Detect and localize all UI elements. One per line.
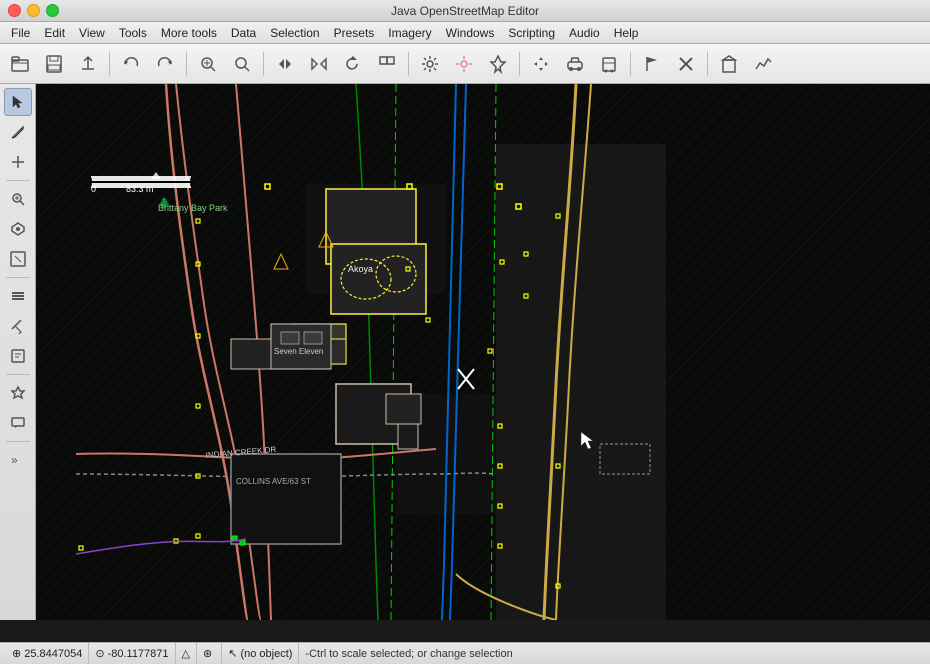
car-button[interactable] — [559, 49, 591, 79]
left-sep-3 — [6, 374, 30, 375]
titlebar: Java OpenStreetMap Editor — [0, 0, 930, 22]
way-tool-button[interactable] — [4, 245, 32, 273]
heading-icon: △ — [182, 647, 190, 660]
menu-windows[interactable]: Windows — [439, 24, 502, 42]
zoom-fit-button[interactable] — [192, 49, 224, 79]
add-node-button[interactable] — [4, 148, 32, 176]
more-tools-button[interactable]: » — [4, 446, 32, 474]
menu-data[interactable]: Data — [224, 24, 263, 42]
main-toolbar — [0, 44, 930, 84]
menu-help[interactable]: Help — [607, 24, 646, 42]
toolbar-sep-5 — [519, 52, 520, 76]
minimize-button[interactable] — [27, 4, 40, 17]
traffic-lights — [8, 4, 59, 17]
toolbar-sep-1 — [109, 52, 110, 76]
toolbar-sep-7 — [707, 52, 708, 76]
toolbar-sep-3 — [263, 52, 264, 76]
svg-text:»: » — [11, 453, 18, 467]
settings-button[interactable] — [414, 49, 446, 79]
menu-edit[interactable]: Edit — [37, 24, 72, 42]
menu-file[interactable]: File — [4, 24, 37, 42]
toolbar-sep-6 — [630, 52, 631, 76]
toolbar-sep-4 — [408, 52, 409, 76]
preset-button[interactable] — [4, 379, 32, 407]
message-button[interactable] — [4, 409, 32, 437]
layers-button[interactable] — [4, 282, 32, 310]
longitude-value: -80.1177871 — [108, 648, 169, 660]
left-sep-2 — [6, 277, 30, 278]
undo-button[interactable] — [115, 49, 147, 79]
menu-tools[interactable]: Tools — [112, 24, 154, 42]
left-sep-4 — [6, 441, 30, 442]
menubar: File Edit View Tools More tools Data Sel… — [0, 22, 930, 44]
map-canvas[interactable]: 🌲 Brittany Bay Park Akoya Seven Eleven I… — [36, 84, 930, 620]
tags-button[interactable] — [4, 342, 32, 370]
menu-more-tools[interactable]: More tools — [154, 24, 224, 42]
open-button[interactable] — [4, 49, 36, 79]
merge-button[interactable] — [371, 49, 403, 79]
menu-scripting[interactable]: Scripting — [501, 24, 562, 42]
svg-text:Akoya: Akoya — [348, 264, 373, 274]
flag-button[interactable] — [636, 49, 668, 79]
lat-section: ⊕ 25.8447054 — [6, 643, 89, 664]
building-button[interactable] — [713, 49, 745, 79]
zoom-select-button[interactable] — [226, 49, 258, 79]
zoom-tool-button[interactable] — [4, 185, 32, 213]
draw-tool-button[interactable] — [4, 118, 32, 146]
combine-button[interactable] — [303, 49, 335, 79]
menu-audio[interactable]: Audio — [562, 24, 607, 42]
gps-icon: ⊛ — [203, 647, 212, 660]
svg-text:83.3 m: 83.3 m — [126, 184, 154, 194]
select-tool-button[interactable] — [4, 88, 32, 116]
pan-button[interactable] — [525, 49, 557, 79]
hint-section: -Ctrl to scale selected; or change selec… — [299, 643, 924, 664]
cross-button[interactable] — [670, 49, 702, 79]
heading-section: △ — [176, 643, 197, 664]
config-button[interactable] — [448, 49, 480, 79]
menu-imagery[interactable]: Imagery — [381, 24, 438, 42]
split-button[interactable] — [269, 49, 301, 79]
menu-presets[interactable]: Presets — [327, 24, 382, 42]
upload-button[interactable] — [72, 49, 104, 79]
node-tool-button[interactable] — [4, 215, 32, 243]
left-sep-1 — [6, 180, 30, 181]
toolbar-sep-2 — [186, 52, 187, 76]
svg-text:0: 0 — [91, 184, 96, 194]
lat-icon: ⊕ — [12, 647, 21, 660]
menu-selection[interactable]: Selection — [263, 24, 326, 42]
lon-icon: ⊙ — [95, 647, 104, 660]
selection-value: (no object) — [240, 648, 292, 660]
left-toolbar: » — [0, 84, 36, 620]
svg-text:Seven Eleven: Seven Eleven — [274, 347, 323, 356]
main-area: » — [0, 84, 930, 642]
ruler-button[interactable] — [4, 312, 32, 340]
pin-button[interactable] — [482, 49, 514, 79]
svg-text:Brittany Bay Park: Brittany Bay Park — [158, 203, 228, 213]
cursor-icon: ↖ — [228, 647, 237, 660]
map-svg: 🌲 Brittany Bay Park Akoya Seven Eleven I… — [36, 84, 930, 620]
lon-section: ⊙ -80.1177871 — [89, 643, 175, 664]
save-button[interactable] — [38, 49, 70, 79]
bus-button[interactable] — [593, 49, 625, 79]
selection-section: ↖ (no object) — [222, 643, 299, 664]
svg-text:COLLINS AVE/63 ST: COLLINS AVE/63 ST — [236, 477, 311, 486]
gps-section: ⊛ — [197, 643, 222, 664]
window-title: Java OpenStreetMap Editor — [391, 4, 539, 18]
redo-button[interactable] — [149, 49, 181, 79]
latitude-value: 25.8447054 — [24, 648, 82, 660]
menu-view[interactable]: View — [72, 24, 112, 42]
close-button[interactable] — [8, 4, 21, 17]
refresh-button[interactable] — [337, 49, 369, 79]
hint-text: -Ctrl to scale selected; or change selec… — [305, 648, 512, 660]
statusbar: ⊕ 25.8447054 ⊙ -80.1177871 △ ⊛ ↖ (no obj… — [0, 642, 930, 664]
maximize-button[interactable] — [46, 4, 59, 17]
chart-button[interactable] — [747, 49, 779, 79]
